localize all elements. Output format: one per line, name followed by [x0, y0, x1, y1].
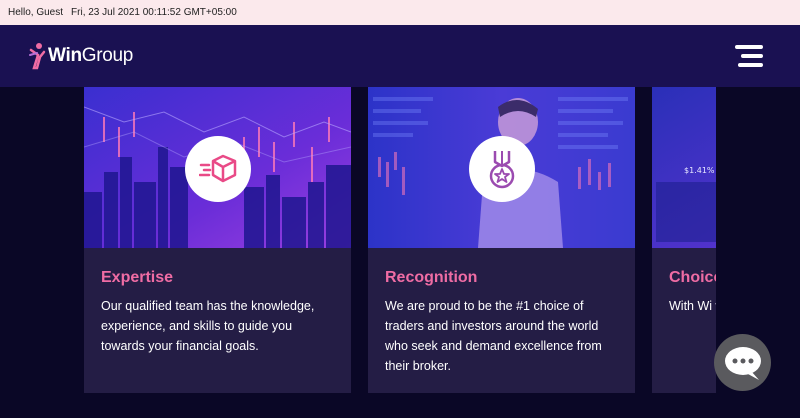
card-description: We are proud to be the #1 choice of trad…	[385, 299, 602, 373]
feature-carousel: Expertise Our qualified team has the kno…	[0, 87, 716, 418]
card-description: Our qualified team has the knowledge, ex…	[101, 299, 315, 353]
card-image-trader	[368, 87, 635, 248]
top-info-bar: Hello, Guest Fri, 23 Jul 2021 00:11:52 G…	[0, 0, 800, 25]
chat-button[interactable]	[714, 334, 771, 391]
card-title: Choice	[669, 269, 716, 286]
feature-card-expertise: Expertise Our qualified team has the kno…	[84, 87, 351, 393]
chat-bubble-icon	[724, 346, 761, 380]
fast-box-icon	[184, 136, 251, 202]
card-description: With Wi widest c trading, more.	[669, 299, 716, 313]
card-image-trading-screen: $1.41%	[652, 87, 716, 248]
greeting-text: Hello, Guest	[8, 7, 64, 18]
svg-text:$1.41%: $1.41%	[684, 166, 715, 175]
navbar: WinGroup	[0, 25, 800, 87]
datetime-text: Fri, 23 Jul 2021 00:11:52 GMT+05:00	[71, 7, 237, 18]
card-title: Expertise	[101, 269, 174, 286]
card-image-city-chart	[84, 87, 351, 248]
logo[interactable]: WinGroup	[28, 42, 133, 70]
feature-card-recognition: Recognition We are proud to be the #1 ch…	[368, 87, 635, 393]
hamburger-menu-icon[interactable]	[735, 45, 763, 67]
feature-card-choice: $1.41% Choice With Wi widest c trading, …	[652, 87, 716, 393]
logo-figure-icon	[29, 43, 46, 70]
card-title: Recognition	[385, 269, 478, 286]
medal-icon	[468, 136, 535, 202]
logo-text: WinGroup	[48, 45, 134, 66]
